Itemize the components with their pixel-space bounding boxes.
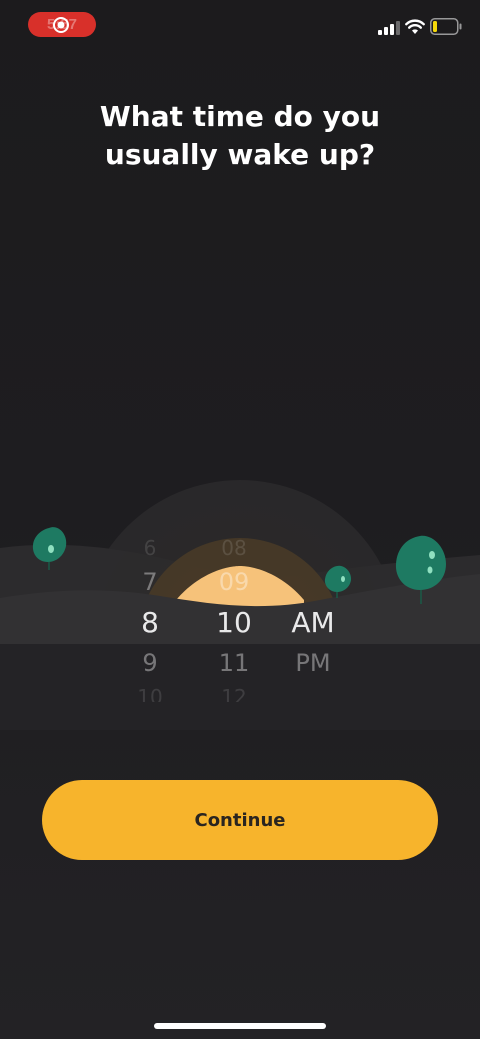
picker-period-option[interactable]: PM (278, 648, 348, 678)
continue-button[interactable]: Continue (42, 780, 438, 860)
record-icon (53, 17, 69, 33)
home-indicator[interactable] (154, 1023, 326, 1029)
picker-minute-option[interactable]: 11 (199, 648, 269, 678)
picker-hour-selected[interactable]: 8 (115, 606, 185, 640)
picker-hour-option[interactable]: 6 (115, 535, 185, 561)
wake-time-screen: 5:57 What time do you usually wake up? (0, 0, 480, 1039)
picker-period-selected[interactable]: AM (278, 606, 348, 640)
picker-hour-option[interactable]: 9 (115, 648, 185, 678)
picker-minute-selected[interactable]: 10 (199, 606, 269, 640)
picker-hour-option[interactable]: 7 (115, 567, 185, 597)
cellular-signal-icon (378, 21, 400, 35)
battery-low-icon (430, 18, 462, 35)
continue-button-label: Continue (194, 809, 286, 831)
question-heading: What time do you usually wake up? (99, 100, 381, 171)
wifi-icon (405, 19, 425, 34)
picker-minute-option[interactable]: 09 (199, 567, 269, 597)
picker-minute-option[interactable]: 08 (199, 535, 269, 561)
picker-minute-option[interactable]: 12 (199, 684, 269, 702)
status-bar: 5:57 (0, 0, 480, 48)
picker-hour-option[interactable]: 10 (115, 684, 185, 702)
